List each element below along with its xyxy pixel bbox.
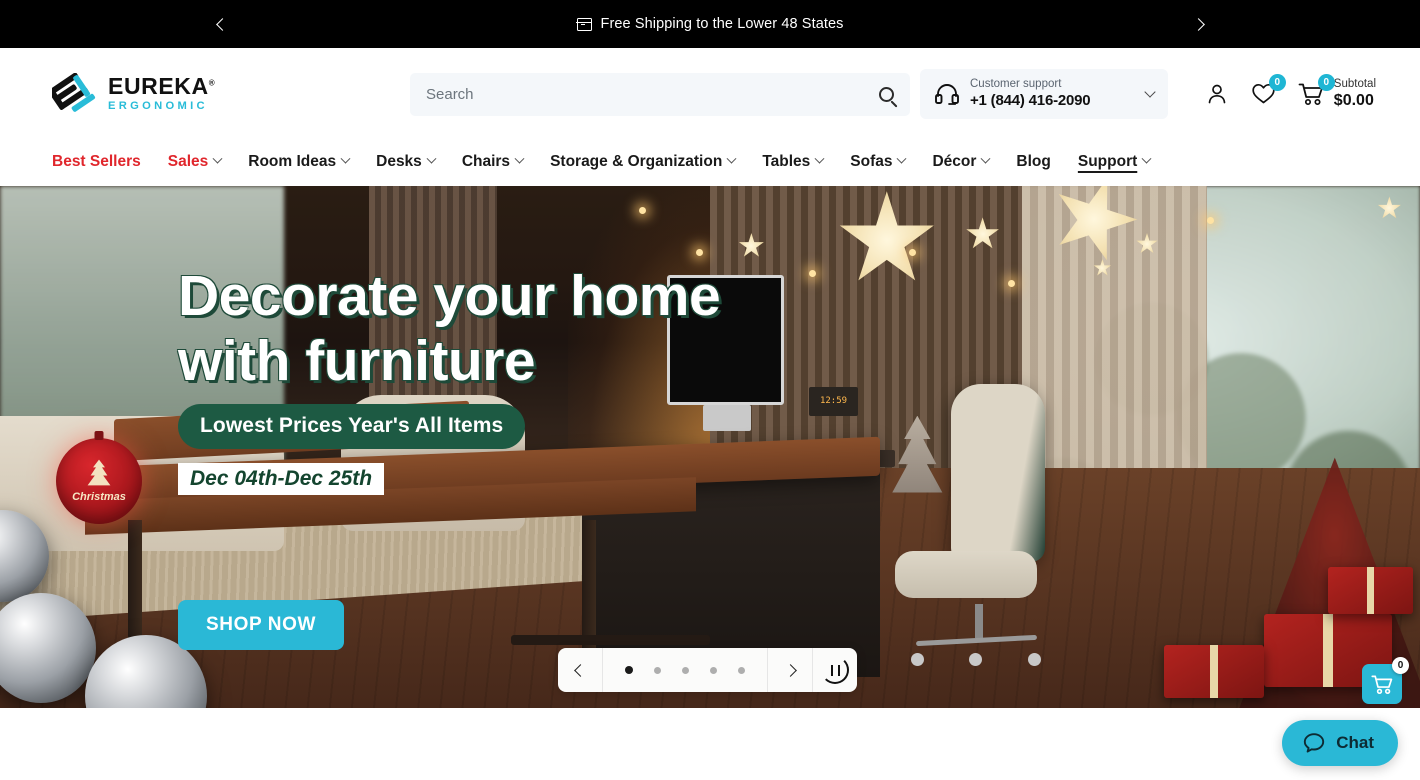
hero-carousel: 12:59 Christmas Decorate your home with … [0, 186, 1420, 708]
header-actions: 0 0 Subtotal $0.00 [1205, 73, 1376, 111]
logo-mark-icon [52, 73, 98, 115]
carousel-pause-button[interactable] [813, 648, 857, 692]
hero-copy: Decorate your home with furniture Lowest… [178, 268, 721, 495]
nav-label: Desks [376, 152, 422, 170]
chevron-down-icon [726, 153, 737, 164]
main-navigation: Best Sellers Sales Room Ideas Desks Chai… [0, 140, 1420, 186]
cart-subtotal-value: $0.00 [1333, 92, 1374, 110]
search-container [410, 72, 910, 116]
chat-widget-button[interactable]: Chat [1282, 720, 1398, 766]
carousel-dot[interactable] [654, 666, 661, 674]
nav-label: Tables [762, 152, 811, 170]
carousel-dot[interactable] [682, 666, 689, 674]
cart-count-badge: 0 [1317, 73, 1335, 91]
nav-item-blog[interactable]: Blog [1016, 153, 1050, 173]
logo-text: EUREKA® ERGONOMIC [108, 75, 215, 112]
registered-mark: ® [208, 78, 216, 88]
nav-item-support[interactable]: Support [1077, 152, 1152, 173]
nav-item-tables[interactable]: Tables [762, 152, 825, 173]
ornament-label: Christmas [72, 491, 126, 503]
search-icon[interactable] [879, 86, 894, 102]
site-header: EUREKA® ERGONOMIC Customer support +1 (8… [0, 48, 1420, 140]
chevron-down-icon [340, 153, 351, 164]
nav-item-chairs[interactable]: Chairs [461, 152, 525, 173]
chevron-left-icon [573, 663, 587, 677]
nav-item-sales[interactable]: Sales [167, 152, 223, 173]
nav-item-desks[interactable]: Desks [376, 152, 437, 173]
carousel-prev-button[interactable] [558, 648, 602, 692]
search-input[interactable] [426, 85, 879, 103]
nav-label: Room Ideas [248, 152, 337, 170]
chevron-down-icon [426, 153, 437, 164]
logo-name: EUREKA® [108, 73, 216, 100]
nav-label: Best Sellers [52, 152, 141, 170]
nav-label: Sales [167, 152, 209, 170]
wishlist-button[interactable]: 0 [1251, 74, 1286, 105]
nav-item-best-sellers[interactable]: Best Sellers [52, 153, 141, 173]
shop-now-button[interactable]: SHOP NOW [178, 600, 345, 650]
search-box[interactable] [410, 72, 910, 116]
customer-support-button[interactable]: Customer support +1 (844) 416-2090 [920, 69, 1168, 119]
floating-cart-button[interactable]: 0 [1362, 657, 1409, 704]
support-label: Customer support [970, 78, 1062, 91]
chevron-left-icon [215, 17, 229, 31]
nav-item-room-ideas[interactable]: Room Ideas [248, 152, 351, 173]
cart-icon-wrap[interactable]: 0 [1298, 73, 1335, 106]
chevron-down-icon [514, 153, 525, 164]
nav-label: Chairs [461, 152, 511, 170]
announcement-prev-button[interactable] [200, 0, 244, 48]
chevron-down-icon [980, 153, 991, 164]
support-text: Customer support +1 (844) 416-2090 [970, 77, 1091, 110]
chevron-down-icon [1144, 86, 1156, 98]
cart-button[interactable]: 0 Subtotal $0.00 [1298, 73, 1376, 111]
cart-icon [1370, 675, 1392, 694]
announcement-text: Free Shipping to the Lower 48 States [600, 16, 844, 32]
nav-item-sofas[interactable]: Sofas [850, 152, 907, 173]
cart-subtotal-label: Subtotal [1333, 77, 1376, 90]
announcement-bar: Free Shipping to the Lower 48 States [0, 0, 1420, 48]
carousel-dot[interactable] [625, 666, 633, 674]
hero-headline: Decorate your home with furniture [178, 268, 721, 393]
account-button[interactable] [1205, 82, 1229, 106]
hero-date-range: Dec 04th-Dec 25th [178, 463, 385, 495]
cart-subtotal: Subtotal $0.00 [1334, 78, 1376, 111]
nav-label: Support [1077, 152, 1138, 170]
carousel-controls [558, 648, 857, 692]
chevron-right-icon [1191, 17, 1205, 31]
nav-item-storage-organization[interactable]: Storage & Organization [550, 152, 737, 173]
chevron-down-icon [1141, 153, 1152, 164]
chevron-right-icon [783, 663, 797, 677]
carousel-dot[interactable] [738, 666, 745, 674]
announcement-next-button[interactable] [1176, 0, 1220, 48]
chevron-down-icon [814, 153, 825, 164]
logo-tagline: ERGONOMIC [108, 100, 208, 113]
logo[interactable]: EUREKA® ERGONOMIC [52, 73, 215, 115]
christmas-ornament: Christmas [56, 431, 142, 524]
announcement-content: Free Shipping to the Lower 48 States [576, 16, 844, 32]
chevron-down-icon [212, 153, 223, 164]
carousel-dot[interactable] [710, 666, 717, 674]
floating-cart-count-badge: 0 [1392, 657, 1409, 674]
nav-label: Décor [932, 152, 977, 170]
hero-headline-line1: Decorate your home [178, 264, 721, 328]
user-icon [1208, 84, 1226, 104]
desk-clock: 12:59 [809, 386, 858, 416]
hero-headline-line2: with furniture [178, 329, 536, 393]
carousel-dots [603, 648, 767, 692]
nav-label: Sofas [850, 152, 893, 170]
hero-promo-pill: Lowest Prices Year's All Items [178, 404, 526, 449]
chevron-down-icon [897, 153, 907, 164]
nav-item-decor[interactable]: Décor [932, 152, 991, 173]
headset-icon [934, 83, 960, 105]
carousel-next-button[interactable] [768, 648, 812, 692]
wishlist-count-badge: 0 [1268, 74, 1286, 92]
nav-label: Storage & Organization [550, 152, 723, 170]
nav-label: Blog [1016, 152, 1051, 170]
christmas-tree-icon [87, 459, 111, 486]
box-icon [576, 17, 592, 31]
chat-bubble-icon [1304, 733, 1325, 753]
pause-icon [821, 656, 849, 684]
chat-label: Chat [1336, 733, 1374, 752]
support-phone: +1 (844) 416-2090 [970, 91, 1091, 109]
